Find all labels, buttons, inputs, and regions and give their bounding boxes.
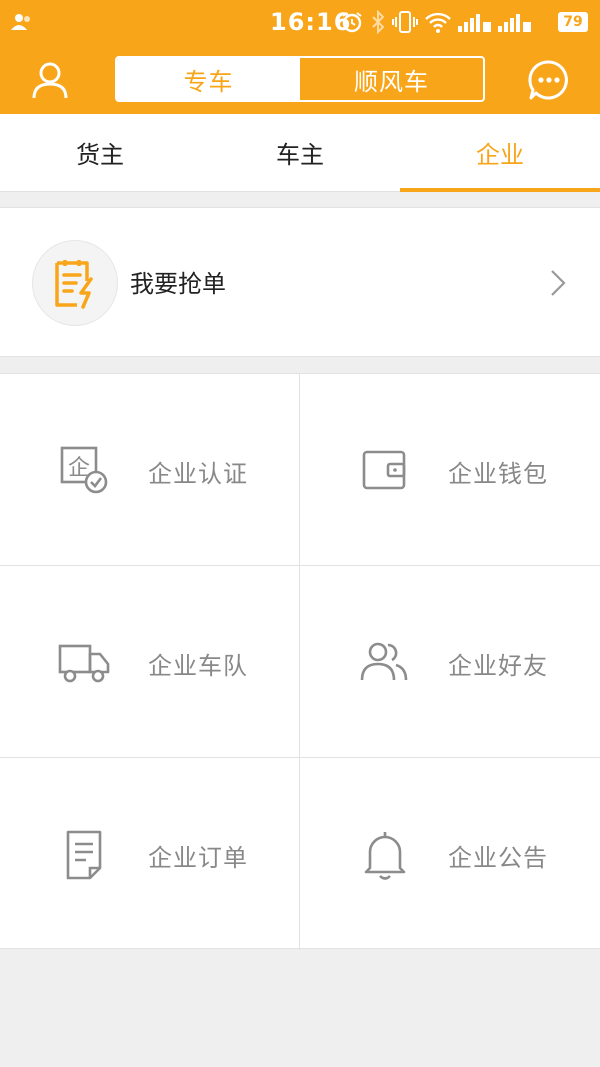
role-tabs: 货主 车主 企业 (0, 114, 600, 192)
status-icons (340, 8, 532, 36)
chevron-right-icon (551, 270, 566, 296)
truck-icon (58, 644, 110, 683)
tab-driver[interactable]: 车主 (200, 114, 400, 191)
grab-order-icon-circle (32, 240, 118, 326)
status-bar: 16:16 79 (0, 0, 600, 44)
grab-order-label: 我要抢单 (130, 270, 226, 298)
signal-icon-1 (458, 14, 491, 32)
certificate-icon: 企 (60, 446, 108, 494)
menu-enterprise-certification[interactable]: 企 企业认证 (0, 374, 300, 566)
menu-label: 企业车队 (148, 652, 248, 680)
alarm-icon (342, 12, 362, 33)
grab-order-icon (55, 260, 93, 309)
wallet-icon (362, 450, 406, 490)
wifi-icon (425, 12, 451, 33)
segment-special-car[interactable]: 专车 (117, 58, 300, 100)
menu-enterprise-announcements[interactable]: 企业公告 (300, 758, 600, 950)
signal-icon-2 (498, 14, 531, 32)
message-icon[interactable] (527, 58, 571, 102)
menu-enterprise-fleet[interactable]: 企业车队 (0, 566, 300, 758)
order-doc-icon (66, 830, 102, 880)
menu-label: 企业认证 (148, 460, 248, 488)
menu-enterprise-friends[interactable]: 企业好友 (300, 566, 600, 758)
menu-label: 企业公告 (448, 844, 548, 872)
bell-icon (364, 832, 406, 880)
service-type-switch: 专车 顺风车 (115, 56, 485, 102)
vibrate-icon (392, 11, 418, 33)
friends-icon (360, 642, 408, 681)
grab-order-row[interactable]: 我要抢单 (0, 207, 600, 357)
menu-enterprise-wallet[interactable]: 企业钱包 (300, 374, 600, 566)
app-header: 专车 顺风车 (0, 44, 600, 114)
battery-indicator: 79 (558, 12, 588, 32)
tab-shipper[interactable]: 货主 (0, 114, 200, 191)
menu-label: 企业好友 (448, 652, 548, 680)
bluetooth-icon (372, 10, 385, 34)
menu-label: 企业订单 (148, 844, 248, 872)
segment-carpool[interactable]: 顺风车 (300, 58, 483, 100)
user-icon[interactable] (28, 58, 72, 102)
enterprise-menu-grid: 企 企业认证 企业钱包 企业车队 企业好友 企业订单 企业公告 (0, 373, 600, 950)
menu-label: 企业钱包 (448, 460, 548, 488)
tab-enterprise[interactable]: 企业 (400, 114, 600, 192)
menu-enterprise-orders[interactable]: 企业订单 (0, 758, 300, 950)
contacts-status-icon (11, 14, 30, 30)
